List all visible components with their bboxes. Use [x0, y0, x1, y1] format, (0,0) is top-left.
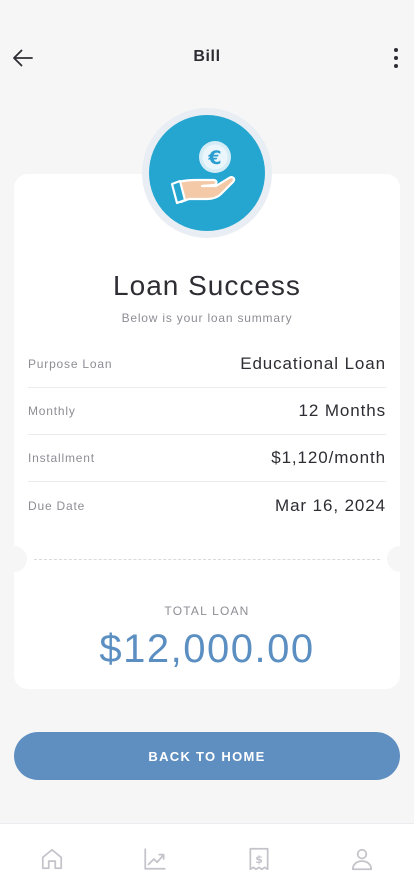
- more-options-button[interactable]: [386, 45, 406, 71]
- chart-icon: [144, 848, 166, 870]
- summary-title: Loan Success: [113, 270, 301, 301]
- profile-icon: [352, 848, 373, 871]
- nav-profile[interactable]: [311, 824, 414, 896]
- home-icon: [41, 848, 62, 870]
- nav-stats[interactable]: [104, 824, 208, 896]
- row-value: 12 Months: [298, 401, 386, 420]
- page-title: Bill: [193, 48, 221, 65]
- app-header: Bill: [0, 0, 414, 116]
- hand-euro-coin-icon: €: [170, 141, 236, 205]
- more-vertical-icon: [394, 48, 398, 52]
- bill-screen: Bill € Loan Success Below is your loan s…: [0, 0, 414, 896]
- row-label: Monthly: [28, 404, 76, 418]
- summary-row-purpose: Purpose Loan Educational Loan: [28, 341, 386, 388]
- svg-text:$: $: [255, 853, 263, 866]
- summary-subtitle: Below is your loan summary: [121, 311, 293, 325]
- dashed-divider: [34, 559, 380, 560]
- row-value: Educational Loan: [240, 354, 386, 373]
- success-badge: €: [142, 108, 272, 238]
- summary-row-monthly: Monthly 12 Months: [28, 388, 386, 435]
- row-value: Mar 16, 2024: [275, 495, 386, 515]
- total-loan-amount: $12,000.00: [99, 627, 315, 671]
- nav-bills[interactable]: $: [207, 824, 311, 896]
- bottom-nav: $: [0, 823, 414, 896]
- total-loan-label: TOTAL LOAN: [164, 604, 250, 618]
- row-label: Due Date: [28, 498, 86, 513]
- ticket-notch-left: [1, 546, 27, 572]
- svg-text:€: €: [207, 147, 221, 169]
- back-to-home-button[interactable]: BACK TO HOME: [14, 732, 400, 780]
- bill-icon: $: [249, 847, 269, 871]
- summary-rows: Purpose Loan Educational Loan Monthly 12…: [28, 341, 386, 529]
- summary-row-installment: Installment $1,120/month: [28, 435, 386, 482]
- row-value: $1,120/month: [271, 448, 386, 467]
- row-label: Purpose Loan: [28, 357, 113, 371]
- nav-home[interactable]: [0, 824, 104, 896]
- row-label: Installment: [28, 451, 95, 465]
- ticket-notch-right: [387, 546, 413, 572]
- summary-row-due-date: Due Date Mar 16, 2024: [28, 482, 386, 529]
